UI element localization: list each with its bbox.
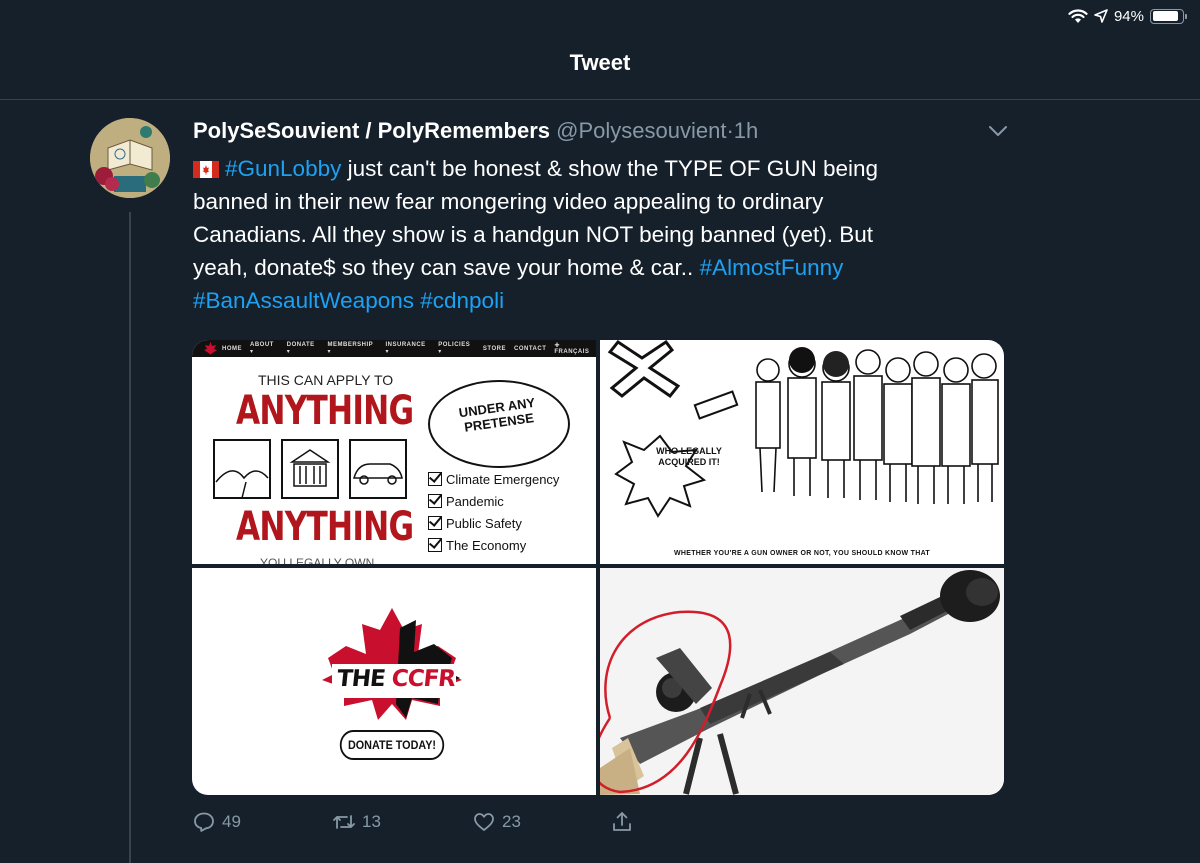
checkbox-checked-icon [428,516,442,530]
heart-icon [474,813,494,831]
image1-headline-2: ANYTHING [236,504,414,550]
share-button[interactable] [610,810,634,834]
donate-today-button: DONATE TODAY! [339,730,445,760]
tweet-text-line: Canadians. All they show is a handgun NO… [193,218,983,251]
media-image-2[interactable]: WHO LEGALLY ACQUIRED IT! WHETHER YOU'RE … [600,340,1004,564]
site-nav-item: INSURANCE ▾ [385,342,426,355]
thread-line [129,212,131,863]
tweet-text-segment: Canadians. All they show is a handgun NO… [193,222,874,247]
battery-percent: 94% [1113,7,1144,25]
page-title: Tweet [569,50,631,75]
battery-icon [1150,8,1187,24]
site-nav-item: MEMBERSHIP ▾ [327,342,374,355]
ccfr-logo-text: THE CCFR [336,666,457,692]
wifi-icon [1068,9,1088,23]
status-bar: 94% [1068,6,1187,26]
image1-checklist: Climate Emergency Pandemic Public Safety Th… [428,468,559,556]
checklist-item: Climate Emergency [428,468,559,490]
header-bar: Tweet [0,30,1200,100]
time-separator: · [726,118,734,143]
image1-top-text: THIS CAN APPLY TO [258,372,394,388]
retweet-button[interactable]: 13 [332,810,381,834]
tweet-text-line: #GunLobby just can't be honest & show th… [193,152,983,185]
avatar[interactable] [90,118,170,198]
tweet-time[interactable]: 1h [734,118,758,143]
tweet-text-segment: yeah, donate$ so they can save your home… [193,255,700,280]
canada-flag-icon [193,161,219,178]
like-count: 23 [502,812,521,831]
tweet-text-segment: banned in their new fear mongering video… [193,189,824,214]
tweet-author-row: PolySeSouvient / PolyRemembers @Polyseso… [193,118,758,144]
image1-headline: ANYTHING [236,388,414,434]
tweet-text-line: #BanAssaultWeapons #cdnpoli [193,284,983,317]
logo-the: THE [335,666,387,692]
site-nav-item: ABOUT ▾ [250,342,274,355]
tweet-text-line: yeah, donate$ so they can save your home… [193,251,983,284]
image1-cut-text: YOU LEGALLY OWN [260,556,375,564]
location-icon [1094,9,1108,23]
sketch-frames [213,439,407,499]
retweet-count: 13 [362,812,381,831]
rifle-photo [600,568,1004,795]
media-image-1[interactable]: HOME ABOUT ▾ DONATE ▾ MEMBERSHIP ▾ INSURANCE… [192,340,596,564]
checkbox-checked-icon [428,472,442,486]
hashtag-link[interactable]: #GunLobby [225,156,341,181]
ccfr-leaf-icon [204,342,217,355]
hashtag-link[interactable]: #AlmostFunny [700,255,844,280]
media-image-3[interactable]: THE CCFR DONATE TODAY! [192,568,596,795]
checklist-item: Public Safety [428,512,559,534]
site-nav-item: ✚ FRANÇAIS [554,343,590,355]
reply-button[interactable]: 49 [192,810,241,834]
checklist-item-label: Pandemic [446,493,504,509]
like-button[interactable]: 23 [472,810,521,834]
reply-count: 49 [222,812,241,831]
checkbox-checked-icon [428,538,442,552]
chevron-down-icon[interactable] [987,124,1009,138]
site-nav-item: POLICIES ▾ [438,342,471,355]
site-nav-item: HOME [222,345,242,352]
hashtag-link[interactable]: #cdnpoli [420,288,504,313]
share-icon [613,812,631,831]
checklist-item: The Economy [428,534,559,556]
site-nav-item: STORE [482,345,506,352]
tweet-text: #GunLobby just can't be honest & show th… [193,152,983,317]
image2-caption: WHETHER YOU'RE A GUN OWNER OR NOT, YOU S… [673,550,931,557]
checklist-item-label: Climate Emergency [446,471,560,487]
checklist-item-label: The Economy [446,537,527,553]
site-nav-item: DONATE ▾ [286,342,315,355]
checkbox-checked-icon [428,494,442,508]
author-handle[interactable]: @Polysesouvient [556,118,726,143]
reply-icon [194,812,214,832]
avatar-image [90,118,170,198]
image2-bubble-text: WHO LEGALLY ACQUIRED IT! [656,446,722,467]
site-nav-item: CONTACT [513,345,547,352]
checklist-item-label: Public Safety [446,515,522,531]
logo-ccfr: CCFR [390,666,457,692]
tweet-text-line: banned in their new fear mongering video… [193,185,983,218]
media-grid[interactable]: HOME ABOUT ▾ DONATE ▾ MEMBERSHIP ▾ INSURANCE… [192,340,1004,795]
site-navbar: HOME ABOUT ▾ DONATE ▾ MEMBERSHIP ▾ INSURANCE… [192,340,596,357]
media-image-4[interactable] [600,568,1004,795]
tweet-actions: 49 13 23 [192,810,842,838]
checklist-item: Pandemic [428,490,559,512]
battery-fill [1152,11,1178,21]
hashtag-link[interactable]: #BanAssaultWeapons [193,288,414,313]
author-name[interactable]: PolySeSouvient / PolyRemembers [193,118,550,143]
tweet-text-segment: just can't be honest & show the TYPE OF … [341,156,879,181]
retweet-icon [333,815,355,829]
